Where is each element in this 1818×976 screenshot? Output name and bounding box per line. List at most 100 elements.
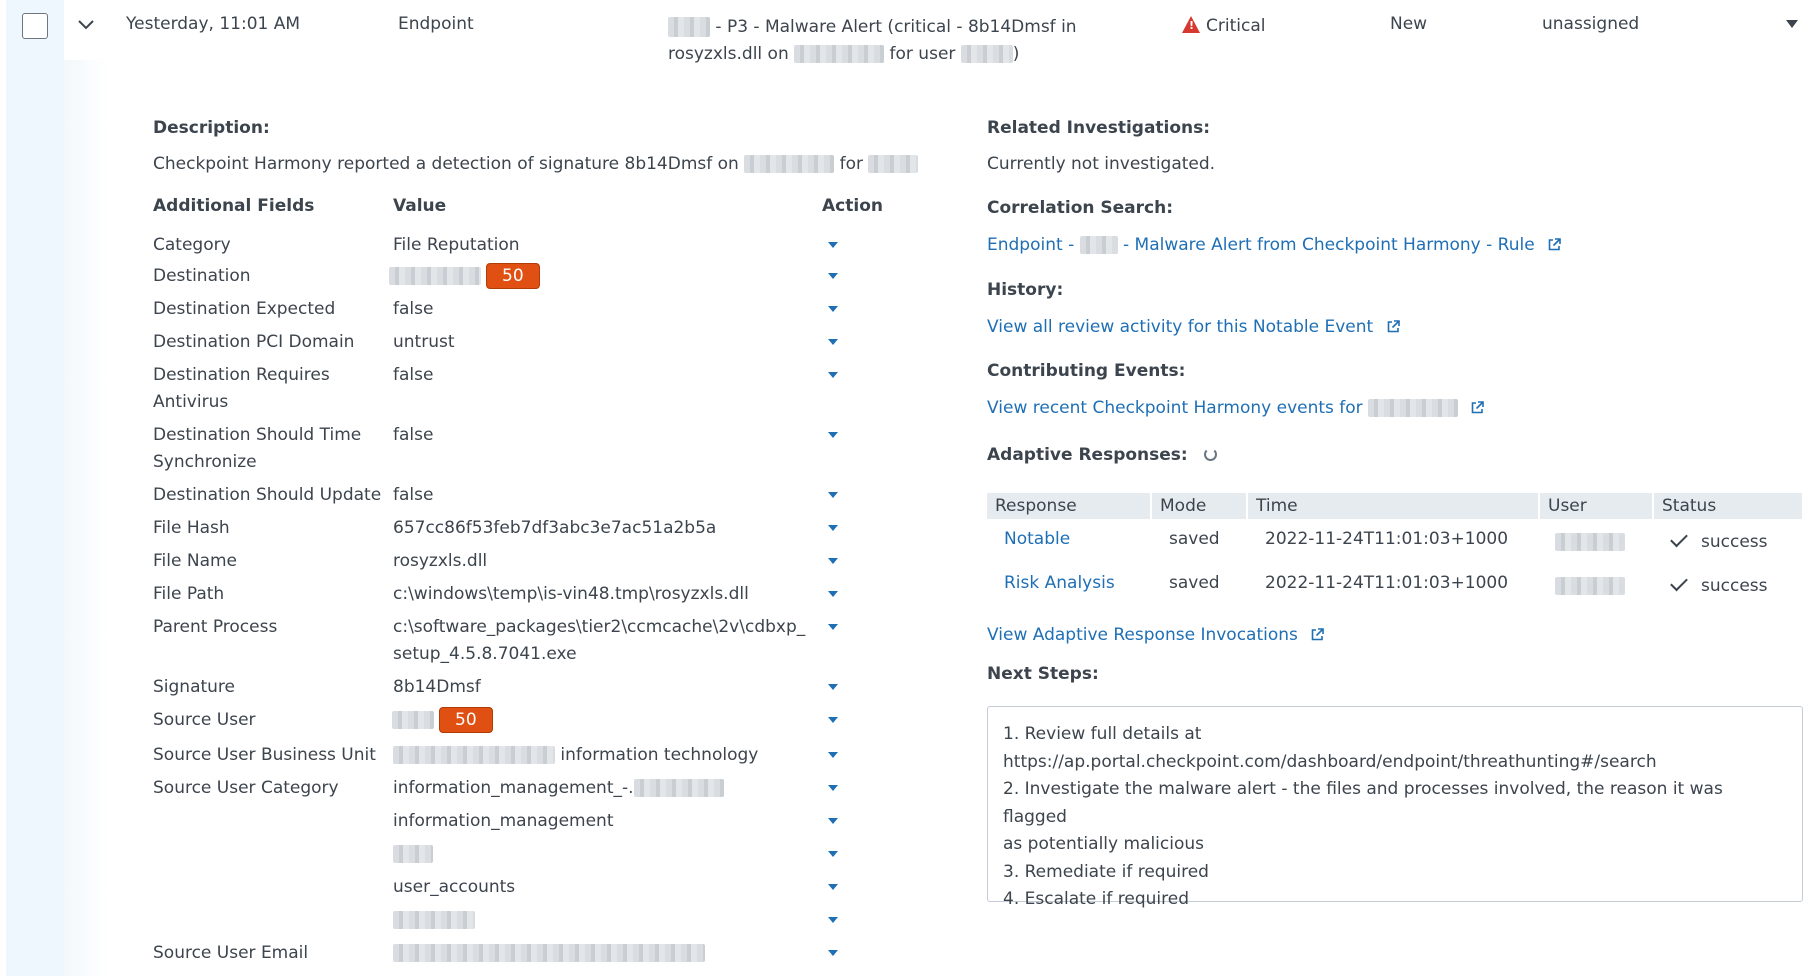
field-value: 657cc86f53feb7df3abc3e7ac51a2b5a bbox=[393, 518, 717, 538]
external-link-icon bbox=[1311, 628, 1325, 641]
check-icon bbox=[1670, 573, 1688, 592]
field-action-dropdown-icon[interactable] bbox=[828, 525, 838, 531]
ar-status: success bbox=[1670, 529, 1768, 552]
field-value: 8b14Dmsf bbox=[393, 677, 481, 697]
row-select-checkbox[interactable] bbox=[22, 13, 48, 39]
ar-response-link[interactable]: Risk Analysis bbox=[1004, 573, 1115, 593]
history-link[interactable]: View all review activity for this Notabl… bbox=[987, 317, 1400, 337]
next-step-line: 4. Escalate if required bbox=[1003, 889, 1189, 909]
notable-event-row: Yesterday, 11:01 AM Endpoint - P3 - Malw… bbox=[0, 0, 1818, 76]
field-value: c:\software_packages\tier2\ccmcache\2v\c… bbox=[393, 617, 806, 664]
field-action-dropdown-icon[interactable] bbox=[828, 717, 838, 723]
field-action-dropdown-icon[interactable] bbox=[828, 558, 838, 564]
ar-status-text: success bbox=[1701, 532, 1768, 552]
redacted-text bbox=[393, 944, 705, 962]
field-action-dropdown-icon[interactable] bbox=[828, 273, 838, 279]
adaptive-responses-table: Response Mode Time User Status Notable s… bbox=[987, 493, 1805, 603]
redacted-text bbox=[744, 155, 835, 173]
field-action-dropdown-icon[interactable] bbox=[828, 785, 838, 791]
field-label: File Path bbox=[153, 584, 225, 604]
ar-response-link[interactable]: Notable bbox=[1004, 529, 1070, 549]
event-title-part1: - P3 - Malware Alert (critical - 8b14Dms… bbox=[715, 17, 1077, 37]
field-label: File Hash bbox=[153, 518, 230, 538]
field-value: c:\windows\temp\is-vin48.tmp\rosyzxls.dl… bbox=[393, 584, 749, 604]
field-action-dropdown-icon[interactable] bbox=[828, 339, 838, 345]
history-heading: History: bbox=[987, 280, 1064, 300]
field-action-dropdown-icon[interactable] bbox=[828, 950, 838, 956]
redacted-text bbox=[1079, 236, 1118, 254]
contributing-link-text: View recent Checkpoint Harmony events fo… bbox=[987, 398, 1363, 418]
redacted-text bbox=[389, 267, 481, 285]
redacted-text bbox=[392, 711, 434, 729]
field-action-dropdown-icon[interactable] bbox=[828, 684, 838, 690]
redacted-text bbox=[393, 845, 433, 863]
field-label: Destination Requires Antivirus bbox=[153, 365, 330, 412]
field-label: Destination Should Update bbox=[153, 485, 382, 505]
field-action-dropdown-icon[interactable] bbox=[828, 432, 838, 438]
adaptive-responses-heading: Adaptive Responses: bbox=[987, 445, 1217, 465]
field-action-dropdown-icon[interactable] bbox=[828, 591, 838, 597]
redacted-text bbox=[868, 155, 919, 173]
contributing-events-heading: Contributing Events: bbox=[987, 361, 1186, 381]
field-label: Parent Process bbox=[153, 617, 278, 637]
risk-score-badge[interactable]: 50 bbox=[486, 263, 540, 289]
redacted-text bbox=[1555, 533, 1625, 551]
field-value: untrust bbox=[393, 332, 455, 352]
correlation-search-heading: Correlation Search: bbox=[987, 198, 1174, 218]
field-action-dropdown-icon[interactable] bbox=[828, 492, 838, 498]
field-value: information technology bbox=[393, 742, 813, 769]
collapse-chevron-icon[interactable] bbox=[76, 16, 96, 34]
ar-header-status: Status bbox=[1654, 493, 1802, 519]
field-action-dropdown-icon[interactable] bbox=[828, 306, 838, 312]
external-link-icon bbox=[1472, 401, 1485, 414]
field-action-dropdown-icon[interactable] bbox=[828, 624, 838, 630]
description-text: Checkpoint Harmony reported a detection … bbox=[153, 154, 919, 174]
field-value bbox=[393, 940, 813, 967]
fields-header-field: Additional Fields bbox=[153, 196, 315, 216]
redacted-text bbox=[393, 911, 475, 929]
risk-score-badge[interactable]: 50 bbox=[439, 707, 493, 733]
field-value bbox=[393, 841, 813, 868]
ar-header-time: Time bbox=[1248, 493, 1538, 519]
field-action-dropdown-icon[interactable] bbox=[828, 818, 838, 824]
fields-header-value: Value bbox=[393, 196, 447, 216]
field-label: Destination Should Time Synchronize bbox=[153, 425, 362, 472]
ar-mode: saved bbox=[1169, 529, 1220, 549]
field-label: Destination PCI Domain bbox=[153, 332, 355, 352]
field-value: user_accounts bbox=[393, 877, 516, 897]
description-text-a: Checkpoint Harmony reported a detection … bbox=[153, 154, 739, 174]
related-investigations-heading: Related Investigations: bbox=[987, 118, 1211, 138]
field-label: Destination Expected bbox=[153, 299, 336, 319]
owner-dropdown-icon[interactable] bbox=[1786, 20, 1798, 28]
field-label: Signature bbox=[153, 677, 236, 697]
field-action-dropdown-icon[interactable] bbox=[828, 242, 838, 248]
ar-header-user: User bbox=[1540, 493, 1652, 519]
field-action-dropdown-icon[interactable] bbox=[828, 851, 838, 857]
field-value bbox=[393, 907, 813, 934]
next-step-line: 3. Remediate if required bbox=[1003, 861, 1209, 882]
redacted-text bbox=[1555, 577, 1625, 595]
adaptive-invocations-link[interactable]: View Adaptive Response Invocations bbox=[987, 625, 1325, 645]
field-label: Source User Email bbox=[153, 943, 309, 963]
related-investigations-text: Currently not investigated. bbox=[987, 154, 1216, 174]
row-selection-strip bbox=[6, 0, 64, 976]
field-action-dropdown-icon[interactable] bbox=[828, 752, 838, 758]
redacted-text bbox=[668, 17, 710, 37]
field-action-dropdown-icon[interactable] bbox=[828, 917, 838, 923]
field-value: 50 bbox=[389, 263, 809, 290]
critical-warning-icon bbox=[1182, 16, 1200, 33]
field-action-dropdown-icon[interactable] bbox=[828, 884, 838, 890]
ar-time: 2022-11-24T11:01:03+1000 bbox=[1265, 573, 1509, 593]
field-value-text: information technology bbox=[560, 745, 759, 765]
field-action-dropdown-icon[interactable] bbox=[828, 372, 838, 378]
status-cell[interactable]: New bbox=[1390, 14, 1427, 34]
contributing-events-link[interactable]: View recent Checkpoint Harmony events fo… bbox=[987, 398, 1485, 418]
ar-status: success bbox=[1670, 573, 1768, 596]
next-step-line: 1. Review full details at bbox=[1003, 724, 1202, 744]
next-step-line: 2. Investigate the malware alert - the f… bbox=[1003, 779, 1723, 827]
urgency-cell: Critical bbox=[1182, 14, 1265, 36]
field-value: information_management bbox=[393, 811, 614, 831]
owner-cell[interactable]: unassigned bbox=[1542, 14, 1639, 34]
refresh-icon[interactable] bbox=[1203, 448, 1217, 461]
correlation-search-link[interactable]: Endpoint - - Malware Alert from Checkpoi… bbox=[987, 235, 1561, 255]
